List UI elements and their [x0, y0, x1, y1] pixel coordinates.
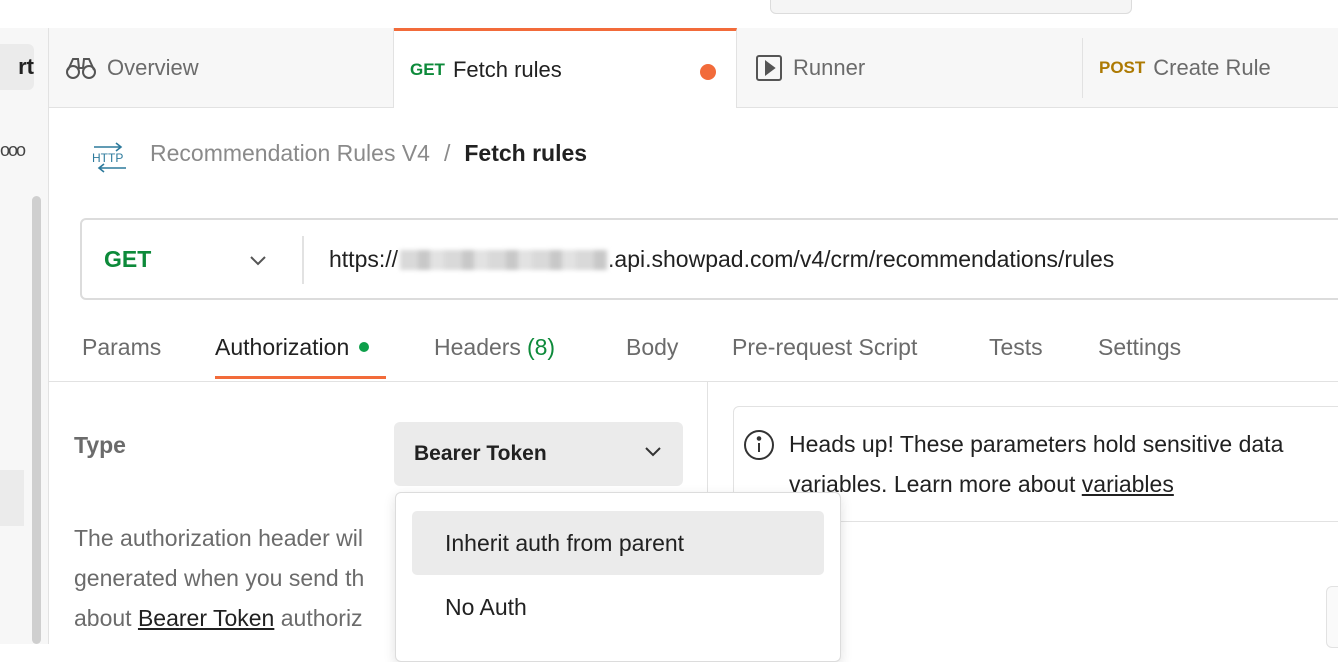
unsaved-indicator — [700, 64, 716, 80]
tab-settings[interactable]: Settings — [1098, 334, 1181, 361]
more-options-icon[interactable]: ooo — [0, 140, 26, 161]
method-badge: POST — [1099, 58, 1146, 77]
sidebar-import-button[interactable]: rt — [0, 44, 34, 90]
http-icon: HTTP — [90, 140, 130, 179]
top-bar — [0, 0, 1338, 29]
tab-label: Headers — [434, 334, 521, 360]
variables-link[interactable]: variables — [1082, 471, 1174, 497]
binoculars-icon — [65, 55, 97, 81]
sidebar-scrollbar[interactable] — [32, 196, 41, 644]
editor-panel — [1326, 586, 1338, 648]
tab-label: Fetch rules — [452, 56, 562, 82]
tab-authorization[interactable]: Authorization — [215, 334, 370, 361]
bearer-token-link[interactable]: Bearer Token — [138, 605, 274, 631]
search-bar[interactable] — [770, 0, 1132, 14]
chevron-down-icon[interactable] — [248, 250, 268, 275]
tab-label: Runner — [793, 54, 866, 80]
notice-text: Heads up! These parameters hold sensitiv… — [789, 424, 1338, 504]
method-select[interactable]: GET — [104, 246, 151, 273]
auth-type-select[interactable]: Bearer Token — [394, 422, 683, 486]
breadcrumb-current[interactable]: Fetch rules — [464, 140, 587, 167]
breadcrumb-separator: / — [443, 140, 451, 166]
redacted-subdomain — [400, 249, 609, 270]
active-indicator — [359, 341, 370, 352]
url-suffix: .api.showpad.com/v4/crm/recommendations/… — [608, 246, 1115, 272]
breadcrumb: Recommendation Rules V4 / Fetch rules — [150, 140, 587, 167]
menu-item-inherit-auth[interactable]: Inherit auth from parent — [412, 511, 824, 575]
notice-line: variables. Learn more about variables — [789, 471, 1174, 497]
menu-item-no-auth[interactable]: No Auth — [412, 575, 824, 639]
tab-create-rule[interactable]: POST Create Rule — [1082, 38, 1338, 98]
auth-type-value: Bearer Token — [414, 442, 547, 465]
desc-line: The authorization header wil — [74, 525, 363, 551]
svg-text:HTTP: HTTP — [92, 151, 123, 165]
active-tab-underline — [215, 376, 386, 379]
auth-type-label: Type — [74, 432, 126, 458]
tab-params[interactable]: Params — [82, 334, 161, 361]
tab-prerequest-script[interactable]: Pre-request Script — [732, 334, 917, 361]
auth-description: The authorization header wil generated w… — [74, 518, 404, 638]
tab-overview[interactable]: Overview — [49, 28, 394, 107]
tab-fetch-rules[interactable]: GET Fetch rules — [394, 28, 737, 108]
breadcrumb-collection[interactable]: Recommendation Rules V4 — [150, 140, 430, 167]
url-prefix: https:// — [329, 246, 399, 272]
notice-line: Heads up! These parameters hold sensitiv… — [789, 431, 1284, 457]
sidebar-selected-item[interactable] — [0, 470, 24, 526]
tab-label: Create Rule — [1153, 55, 1271, 80]
tab-tests[interactable]: Tests — [989, 334, 1043, 361]
info-icon — [742, 428, 776, 467]
desc-line: about Bearer Token authoriz — [74, 605, 363, 631]
tab-label: Overview — [107, 54, 199, 80]
desc-line: generated when you send th — [74, 565, 365, 591]
tab-headers[interactable]: Headers (8) — [434, 334, 555, 361]
chevron-down-icon — [643, 441, 663, 467]
sidebar — [0, 28, 49, 644]
headers-count: (8) — [526, 334, 556, 360]
method-badge: GET — [410, 59, 445, 79]
url-input[interactable]: https:// .api.showpad.com/v4/crm/recomme… — [329, 246, 1114, 273]
play-icon — [755, 54, 783, 82]
tab-runner[interactable]: Runner — [737, 28, 1082, 107]
url-divider — [302, 236, 304, 284]
tab-body[interactable]: Body — [626, 334, 678, 361]
tab-label: Authorization — [215, 334, 350, 360]
auth-type-dropdown: Inherit auth from parent No Auth — [395, 492, 841, 662]
